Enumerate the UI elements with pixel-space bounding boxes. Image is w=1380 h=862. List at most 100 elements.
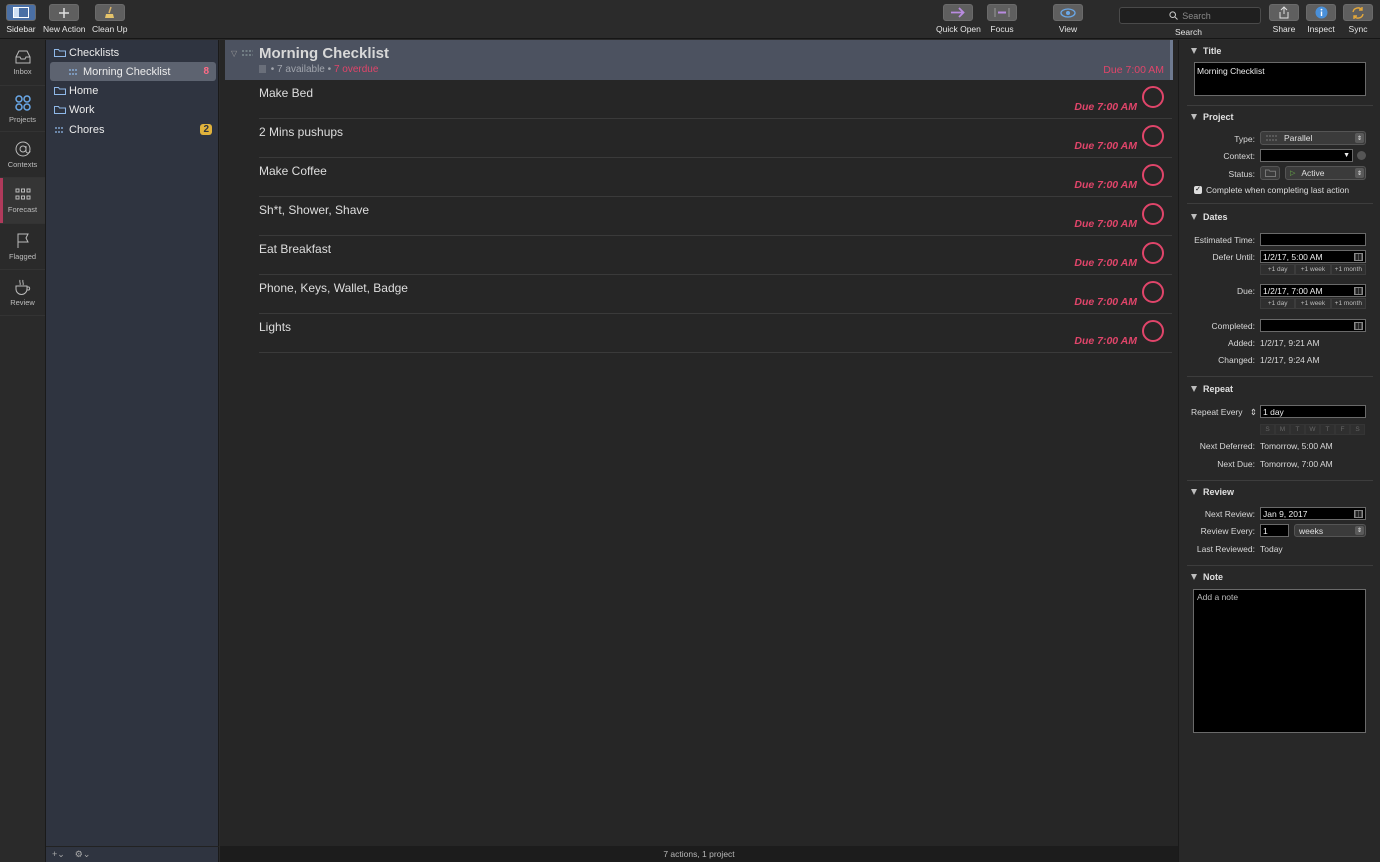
complete-last-action-label: Complete when completing last action [1206,185,1350,195]
weekday-button[interactable]: T [1290,424,1305,435]
task-name[interactable]: Make Coffee [259,164,327,178]
repeat-every-label: Repeat Every [1191,407,1243,417]
defer-plus-month-button[interactable]: +1 month [1330,264,1366,275]
task-checkbox[interactable] [1142,203,1164,225]
status-select[interactable]: ▷ Active ⇕ [1285,166,1366,180]
rail-flagged[interactable]: Flagged [0,224,45,270]
focus-button[interactable]: Focus [987,4,1017,34]
context-location-icon[interactable] [1357,151,1366,160]
task-name[interactable]: Lights [259,320,291,334]
calendar-icon[interactable] [1354,287,1363,295]
estimated-time-field[interactable] [1260,233,1366,246]
due-plus-week-button[interactable]: +1 week [1295,298,1331,309]
calendar-icon[interactable] [1354,253,1363,261]
view-button[interactable]: View [1053,4,1083,34]
rail-contexts[interactable]: Contexts [0,132,45,178]
weekday-button[interactable]: F [1335,424,1350,435]
review-section-header[interactable]: Review [1191,487,1234,497]
note-section-header[interactable]: Note [1191,572,1223,582]
project-row[interactable]: ▽ Morning Checklist • 7 available • 7 ov… [225,40,1173,80]
task-row[interactable]: 2 Mins pushups Due 7:00 AM [259,119,1172,158]
status-folder-button[interactable] [1260,166,1280,180]
add-menu-icon[interactable]: +⌄ [52,849,65,860]
project-title[interactable]: Morning Checklist [259,45,389,62]
rail-inbox[interactable]: Inbox [0,40,45,86]
gear-menu-icon[interactable]: ⚙⌄ [75,849,91,860]
note-icon [259,65,266,73]
new-action-button[interactable]: New Action [43,4,86,34]
due-plus-day-button[interactable]: +1 day [1260,298,1296,309]
sidebar-item-chores[interactable]: Chores 2 [50,120,216,139]
task-checkbox[interactable] [1142,281,1164,303]
clean-up-button[interactable]: Clean Up [92,4,127,34]
parallel-icon [54,126,66,134]
sidebar-item-checklists[interactable]: Checklists [50,43,216,62]
calendar-icon[interactable] [1354,510,1363,518]
task-name[interactable]: Sh*t, Shower, Shave [259,203,369,217]
task-checkbox[interactable] [1142,164,1164,186]
weekday-button[interactable]: T [1320,424,1335,435]
weekday-button[interactable]: W [1305,424,1320,435]
project-section-header[interactable]: Project [1191,112,1234,122]
task-checkbox[interactable] [1142,320,1164,342]
quick-open-button[interactable]: Quick Open [936,4,981,34]
task-checkbox[interactable] [1142,86,1164,108]
task-name[interactable]: Phone, Keys, Wallet, Badge [259,281,408,295]
task-row[interactable]: Lights Due 7:00 AM [259,314,1172,353]
search-input[interactable]: Search [1119,7,1261,24]
review-every-label: Review Every: [1200,526,1255,536]
task-row[interactable]: Make Bed Due 7:00 AM [259,80,1172,119]
repeat-section-header[interactable]: Repeat [1191,384,1233,394]
due-field[interactable]: 1/2/17, 7:00 AM [1260,284,1366,297]
completed-field[interactable] [1260,319,1366,332]
weekday-button[interactable]: S [1350,424,1365,435]
task-row[interactable]: Make Coffee Due 7:00 AM [259,158,1172,197]
complete-last-action-checkbox[interactable]: ✓ Complete when completing last action [1194,185,1349,195]
task-row[interactable]: Eat Breakfast Due 7:00 AM [259,236,1172,275]
type-label: Type: [1234,134,1255,144]
flag-icon [17,233,29,248]
next-review-field[interactable]: Jan 9, 2017 [1260,507,1366,520]
sync-button[interactable]: Sync [1343,4,1373,34]
weekday-button[interactable]: M [1275,424,1290,435]
share-button[interactable]: Share [1269,4,1299,34]
review-unit-select[interactable]: weeks ⇕ [1294,524,1366,537]
title-field[interactable]: Morning Checklist [1194,62,1366,96]
defer-plus-day-button[interactable]: +1 day [1260,264,1296,275]
inspect-button[interactable]: Inspect [1306,4,1336,34]
task-name[interactable]: Eat Breakfast [259,242,331,256]
forecast-grid-icon [15,188,30,199]
sidebar-item-home[interactable]: Home [50,81,216,100]
rail-review[interactable]: Review [0,270,45,316]
note-field[interactable]: Add a note [1193,589,1366,733]
task-row[interactable]: Sh*t, Shower, Shave Due 7:00 AM [259,197,1172,236]
calendar-icon[interactable] [1354,322,1363,330]
title-section-header[interactable]: Title [1191,46,1221,56]
task-checkbox[interactable] [1142,125,1164,147]
sidebar-item-work[interactable]: Work [50,100,216,119]
task-name[interactable]: Make Bed [259,86,313,100]
defer-until-field[interactable]: 1/2/17, 5:00 AM [1260,250,1366,263]
defer-plus-week-button[interactable]: +1 week [1295,264,1331,275]
task-row[interactable]: Phone, Keys, Wallet, Badge Due 7:00 AM [259,275,1172,314]
dates-section-header[interactable]: Dates [1191,212,1228,222]
context-field[interactable]: ▼ [1260,149,1353,162]
rail-forecast[interactable]: Forecast [0,178,45,224]
sidebar-toggle-button[interactable]: Sidebar [6,4,36,34]
repeat-interval-field[interactable]: 1 day [1260,405,1366,418]
task-name[interactable]: 2 Mins pushups [259,125,343,139]
weekday-button[interactable]: S [1260,424,1275,435]
type-select[interactable]: Parallel ⇕ [1260,131,1366,145]
defer-stepper: +1 day +1 week +1 month [1260,264,1366,275]
task-checkbox[interactable] [1142,242,1164,264]
sidebar-item-morning-checklist[interactable]: Morning Checklist 8 [50,62,216,81]
disclosure-triangle-icon[interactable]: ▽ [231,49,237,58]
task-due: Due 7:00 AM [1074,218,1137,230]
repeat-every-select[interactable]: Repeat Every ⇕ [1191,407,1257,418]
rail-projects[interactable]: Projects [0,86,45,132]
review-every-number[interactable]: 1 [1260,524,1289,537]
task-due: Due 7:00 AM [1074,296,1137,308]
eye-icon [1053,4,1083,21]
due-plus-month-button[interactable]: +1 month [1330,298,1366,309]
info-icon [1306,4,1336,21]
